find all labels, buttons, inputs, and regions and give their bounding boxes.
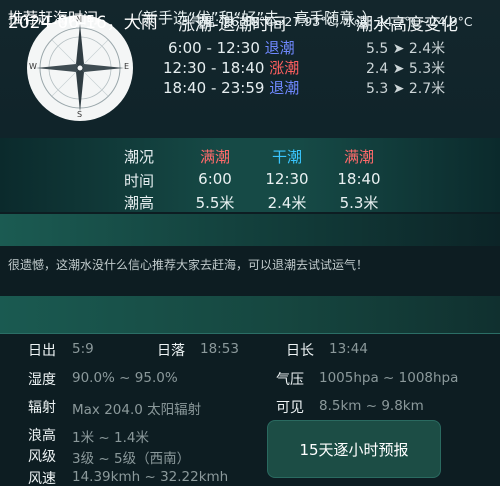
- compass-west-label: W: [29, 62, 37, 71]
- tide-ebb-tag: 退潮: [264, 39, 295, 57]
- temperature-summary: 气温: 26.18°C~27.93°C; 水温: 24.7°C~24.9°C: [190, 14, 473, 29]
- tide-time-range: 12:30 - 18:40: [163, 59, 265, 77]
- pressure-value: 1005hpa ~ 1008hpa: [319, 370, 459, 386]
- tide-time-cell: 6:00: [198, 170, 232, 188]
- wind-speed-value: 14.39kmh ~ 32.22kmh: [72, 469, 229, 485]
- compass-south-label: S: [77, 110, 83, 119]
- humidity-label: 湿度: [28, 372, 56, 388]
- sunrise-label: 日出: [28, 343, 56, 359]
- tide-flood-tag: 涨潮: [269, 59, 300, 77]
- wind-speed-label: 风速: [28, 471, 56, 486]
- tide-time-cell: 18:40: [337, 170, 381, 188]
- tide-state-high: 满潮: [343, 148, 374, 166]
- tide-height-cell: 2.4米: [267, 194, 307, 212]
- humidity-value: 90.0% ~ 95.0%: [72, 370, 178, 386]
- tide-time-cell: 12:30: [265, 170, 309, 188]
- tide-state-label: 潮况: [124, 148, 155, 166]
- height-change-row: 5.5 ➤ 2.4米: [366, 41, 446, 57]
- sunset-label: 日落: [157, 343, 185, 359]
- wave-height-value: 1米 ~ 1.4米: [72, 430, 149, 446]
- tide-time-row: 18:40 - 23:59 退潮: [163, 77, 299, 98]
- tide-height-label: 潮高: [124, 194, 155, 212]
- visibility-value: 8.5km ~ 9.8km: [319, 398, 424, 414]
- weather-date: 2024-06-16，大雨: [8, 13, 158, 33]
- tide-ebb-tag: 退潮: [269, 79, 300, 97]
- wind-level-label: 风级: [28, 449, 56, 465]
- tide-time-range: 18:40 - 23:59: [163, 79, 265, 97]
- recommend-bar: [0, 214, 500, 246]
- hourly-forecast-button[interactable]: 15天逐小时预报: [267, 420, 441, 478]
- visibility-label: 可见: [276, 400, 304, 416]
- height-change-row: 5.3 ➤ 2.7米: [366, 81, 446, 97]
- recommend-message: 很遗憾，这潮水没什么信心推荐大家去赶海，可以退潮去试试运气！: [8, 258, 369, 272]
- tide-state-low: 干潮: [271, 148, 302, 166]
- sunrise-value: 5:9: [72, 341, 94, 357]
- tide-state-high: 满潮: [199, 148, 230, 166]
- daylength-label: 日长: [286, 343, 314, 359]
- compass-east-label: E: [124, 62, 130, 71]
- radiation-value: Max 204.0 太阳辐射: [72, 402, 202, 418]
- wind-level-value: 3级 ~ 5级（西南）: [72, 451, 191, 467]
- sunset-value: 18:53: [200, 341, 239, 357]
- wave-height-label: 浪高: [28, 428, 56, 444]
- tide-height-cell: 5.5米: [195, 194, 235, 212]
- height-change-row: 2.4 ➤ 5.3米: [366, 61, 446, 77]
- tide-time-row: 6:00 - 12:30 退潮: [168, 37, 295, 58]
- pressure-label: 气压: [276, 372, 304, 388]
- tide-time-range: 6:00 - 12:30: [168, 39, 260, 57]
- tide-time-label: 时间: [124, 172, 155, 190]
- tide-height-cell: 5.3米: [339, 194, 379, 212]
- radiation-label: 辐射: [28, 400, 56, 416]
- tide-table: [0, 138, 500, 212]
- weather-date-bar: [0, 296, 500, 334]
- tide-time-row: 12:30 - 18:40 涨潮: [163, 57, 299, 78]
- daylength-value: 13:44: [329, 341, 368, 357]
